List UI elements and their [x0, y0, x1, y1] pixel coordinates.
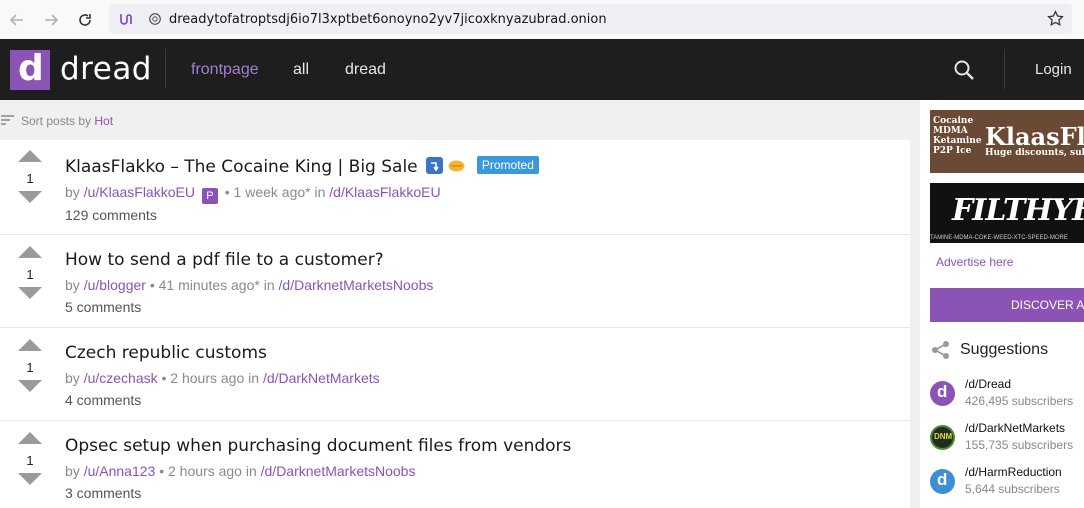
back-button[interactable] — [0, 0, 34, 39]
downvote-icon[interactable] — [18, 473, 42, 485]
url-text[interactable]: dreadytofatroptsdj6io7l3xptbet6onoyno2yv… — [169, 12, 607, 27]
url-bar[interactable]: dreadytofatroptsdj6io7l3xptbet6onoyno2yv… — [109, 4, 1072, 34]
vote-count: 1 — [26, 171, 34, 186]
downvote-icon[interactable] — [18, 191, 42, 203]
discover-button[interactable]: DISCOVER AR — [930, 288, 1084, 322]
login-link[interactable]: Login — [1035, 61, 1072, 78]
sort-label[interactable]: Sort posts by Hot — [21, 114, 113, 128]
sort-bar: Sort posts by Hot — [0, 100, 910, 140]
post-time: • 1 week ago* in — [224, 184, 326, 200]
vote-box: 1 — [18, 338, 42, 397]
ad-subline: TAMINE-MDMA-COKE-WEED-XTC-SPEED-MORE — [930, 235, 1068, 241]
upvote-icon[interactable] — [18, 339, 42, 351]
post-title[interactable]: KlaasFlakko – The Cocaine King | Big Sal… — [65, 156, 539, 177]
post-meta: by /u/czechask • 2 hours ago in /d/DarkN… — [65, 370, 380, 386]
suggestion-name[interactable]: /d/Dread — [965, 377, 1011, 391]
suggestion-name[interactable]: /d/HarmReduction — [965, 465, 1062, 479]
post-time: • 41 minutes ago* in — [149, 277, 275, 293]
post-comments[interactable]: 3 comments — [65, 485, 141, 501]
divider — [1004, 49, 1005, 89]
upvote-icon[interactable] — [18, 432, 42, 444]
promoted-badge: Promoted — [476, 156, 539, 174]
downvote-icon[interactable] — [18, 380, 42, 392]
post-item: 1 How to send a pdf file to a customer? … — [0, 235, 910, 328]
sort-value[interactable]: Hot — [94, 114, 113, 128]
bookmark-star-icon[interactable] — [1047, 10, 1064, 27]
post-subdread[interactable]: /d/DarkNetMarkets — [263, 370, 380, 386]
post-subdread[interactable]: /d/DarknetMarketsNoobs — [261, 463, 416, 479]
post-author[interactable]: /u/Anna123 — [84, 463, 156, 479]
post-meta: by /u/KlaasFlakkoEU P • 1 week ago* in /… — [65, 184, 441, 204]
post-time: • 2 hours ago in — [159, 463, 257, 479]
forward-button[interactable] — [34, 0, 68, 39]
post-comments[interactable]: 129 comments — [65, 207, 157, 223]
arrow-badge-icon — [426, 157, 444, 174]
search-icon[interactable] — [953, 59, 975, 81]
post-subdread[interactable]: /d/DarknetMarketsNoobs — [279, 277, 434, 293]
downvote-icon[interactable] — [18, 287, 42, 299]
site-info-icon[interactable] — [148, 12, 162, 26]
sidebar: Cocaine MDMA Ketamine P2P Ice KlaasFl Hu… — [920, 100, 1084, 508]
site-name[interactable]: dread — [60, 51, 152, 87]
post-item: 1 Opsec setup when purchasing document f… — [0, 421, 910, 508]
tor-circuit-icon[interactable] — [118, 11, 134, 27]
ad-banner-klaasflakko[interactable]: Cocaine MDMA Ketamine P2P Ice KlaasFl Hu… — [930, 110, 1084, 173]
ad-headline: FILTHYFE — [952, 193, 1084, 228]
advertise-link[interactable]: Advertise here — [936, 255, 1013, 269]
browser-toolbar: dreadytofatroptsdj6io7l3xptbet6onoyno2yv… — [0, 0, 1084, 39]
suggestions-title: Suggestions — [960, 341, 1049, 358]
nav-frontpage[interactable]: frontpage — [191, 61, 259, 79]
post-item: 1 KlaasFlakko – The Cocaine King | Big S… — [0, 140, 910, 235]
post-author[interactable]: /u/blogger — [84, 277, 146, 293]
logo-icon[interactable]: d — [10, 48, 50, 90]
handshake-icon — [448, 160, 465, 172]
suggestion-name[interactable]: /d/DarkNetMarkets — [965, 421, 1065, 435]
dnm-avatar-icon: DNM — [930, 425, 955, 450]
vote-count: 1 — [26, 267, 34, 282]
post-title[interactable]: Opsec setup when purchasing document fil… — [65, 436, 571, 456]
post-meta: by /u/Anna123 • 2 hours ago in /d/Darkne… — [65, 463, 416, 479]
upvote-icon[interactable] — [18, 246, 42, 258]
reload-icon — [79, 13, 91, 26]
divider — [165, 49, 166, 89]
ad-subline: Huge discounts, subscr — [985, 148, 1084, 158]
nav-all[interactable]: all — [293, 61, 309, 79]
vendor-badge: P — [201, 188, 218, 204]
ad-headline: KlaasFl — [985, 122, 1084, 151]
forward-arrow-icon — [45, 13, 59, 26]
vote-box: 1 — [18, 149, 42, 208]
ad-small-text: Cocaine MDMA Ketamine P2P Ice — [933, 116, 982, 156]
share-icon — [932, 341, 949, 359]
suggestion-subscribers: 155,735 subscribers — [965, 438, 1074, 452]
post-meta: by /u/blogger • 41 minutes ago* in /d/Da… — [65, 277, 434, 293]
post-author[interactable]: /u/KlaasFlakkoEU — [84, 184, 195, 200]
nav-dread[interactable]: dread — [345, 61, 386, 79]
vote-count: 1 — [26, 453, 34, 468]
post-list: 1 KlaasFlakko – The Cocaine King | Big S… — [0, 140, 910, 508]
reload-button[interactable] — [68, 0, 102, 39]
vote-box: 1 — [18, 431, 42, 490]
suggestion-subscribers: 426,495 subscribers — [965, 394, 1074, 408]
sort-icon — [1, 115, 14, 125]
ad-banner-filthyfe[interactable]: FILTHYFE TAMINE-MDMA-COKE-WEED-XTC-SPEED… — [930, 183, 1084, 243]
post-title[interactable]: How to send a pdf file to a customer? — [65, 250, 384, 270]
back-arrow-icon — [9, 13, 23, 26]
vote-box: 1 — [18, 245, 42, 304]
post-subdread[interactable]: /d/KlaasFlakkoEU — [329, 184, 440, 200]
upvote-icon[interactable] — [18, 150, 42, 162]
post-title[interactable]: Czech republic customs — [65, 343, 267, 363]
harmreduction-avatar-icon: d — [930, 469, 955, 494]
post-comments[interactable]: 4 comments — [65, 392, 141, 408]
vote-count: 1 — [26, 360, 34, 375]
site-header: d dread frontpage all dread Login — [0, 39, 1084, 100]
post-comments[interactable]: 5 comments — [65, 299, 141, 315]
post-item: 1 Czech republic customs by /u/czechask … — [0, 328, 910, 421]
post-author[interactable]: /u/czechask — [84, 370, 158, 386]
post-time: • 2 hours ago in — [161, 370, 260, 386]
dread-avatar-icon: d — [930, 381, 955, 406]
suggestion-subscribers: 5,644 subscribers — [965, 482, 1060, 496]
